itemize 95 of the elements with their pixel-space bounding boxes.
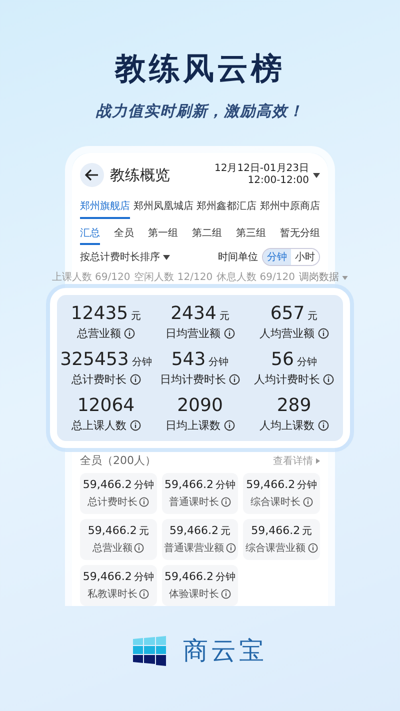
metric-value: 59,466.2 [82,478,132,491]
metric-label: 私教课时长 [87,588,138,601]
group-tab[interactable]: 第一组 [148,223,178,246]
store-tab[interactable]: 郑州旗舰店 [80,195,130,220]
metric-value: 59,466.2 [251,524,300,537]
back-button[interactable] [80,163,104,188]
stat-unit: 元 [308,310,318,324]
info-icon[interactable] [224,420,234,432]
info-icon[interactable] [139,589,150,599]
info-icon[interactable] [220,589,231,599]
metric-unit: 分钟 [134,478,154,492]
stat-value: 12064 [77,395,135,416]
brand-name: 商云宝 [183,635,267,667]
time-unit-option[interactable]: 分钟 [263,249,291,266]
metric-value: 59,466.2 [88,524,137,537]
section-title: 全员（200人） [80,453,156,468]
stat-label: 总上课人数 [72,418,126,434]
info-icon[interactable] [134,543,144,553]
info-icon[interactable] [308,543,318,553]
store-tab[interactable]: 郑州中原商店 [260,195,320,220]
metric-label: 总营业额 [92,542,132,555]
stat-value: 12435 [70,303,128,324]
metric-unit: 分钟 [215,570,236,584]
chevron-right-icon [316,458,320,464]
stat-label: 日均上课数 [166,418,220,434]
stat-unit: 元 [131,310,142,324]
info-icon[interactable] [229,374,240,386]
stat-label: 日均营业额 [166,326,220,342]
time-unit-label: 时间单位 [218,250,258,264]
metric-value: 59,466.2 [170,524,218,537]
store-tab[interactable]: 郑州凤凰城店 [133,195,194,220]
tagline: 战力值实时刷新，激励高效！ [96,102,304,121]
metric-unit: 分钟 [215,478,236,492]
stat-value: 543 [171,349,206,370]
headline: 教练风云榜 [115,50,285,89]
stat-unit: 分钟 [132,356,152,370]
stat-label: 总营业额 [77,326,121,342]
stat-value: 657 [270,303,305,324]
info-icon[interactable] [220,497,231,507]
info-icon[interactable] [302,497,313,507]
metric-label: 体验课时长 [168,588,219,601]
sort-dropdown[interactable]: 按总计费时长排序 [80,250,214,264]
caret-icon [163,255,170,260]
summary-text: 上课人数 69/120 [52,270,130,284]
logo-icon [133,636,167,666]
metric-unit: 分钟 [134,570,154,584]
info-icon[interactable] [318,420,328,432]
store-tab[interactable]: 郑州鑫都汇店 [196,195,257,220]
metric-label: 普通课营业额 [164,542,224,555]
metric-value: 59,466.2 [246,478,296,491]
info-icon[interactable] [130,374,140,386]
summary-text: 空闲人数 12/120 [134,270,213,284]
stat-value: 56 [271,349,294,370]
date-range-picker[interactable]: 12月12日-01月23日 12:00-12:00 [214,163,320,188]
group-tab[interactable]: 暂无分组 [280,223,320,246]
metric-unit: 元 [220,525,230,538]
metric-value: 59,466.2 [164,478,214,491]
metric-label: 综合课营业额 [246,542,306,555]
info-icon[interactable] [124,328,135,340]
metric-label: 总计费时长 [87,496,138,509]
info-icon[interactable] [318,328,328,340]
stat-value: 325453 [60,349,129,370]
info-icon[interactable] [323,374,334,386]
back-arrow-icon [85,169,99,182]
screen-title: 教练概览 [110,166,171,185]
stat-label: 人均上课数 [260,418,314,434]
stat-unit: 分钟 [296,356,317,370]
stat-value: 2434 [170,303,216,324]
group-tab[interactable]: 第二组 [192,223,222,246]
info-icon[interactable] [130,420,140,432]
info-icon[interactable] [226,543,236,553]
caret-icon [313,172,320,178]
metric-unit: 元 [302,525,312,538]
summary-text: 休息人数 69/120 [216,270,295,284]
metric-value: 59,466.2 [82,570,132,583]
stat-value: 289 [276,395,312,416]
summary-link[interactable]: 调岗数据 [298,270,348,284]
group-tab[interactable]: 汇总 [80,223,100,246]
stat-label: 人均计费时长 [254,372,320,388]
info-icon[interactable] [224,328,234,340]
metric-unit: 分钟 [297,478,318,492]
stat-unit: 元 [219,310,230,324]
metric-unit: 元 [138,525,149,538]
group-tab[interactable]: 全员 [114,223,134,246]
stat-value: 2090 [177,395,223,416]
stat-label: 人均营业额 [260,326,314,342]
group-tab[interactable]: 第三组 [236,223,266,246]
stat-unit: 分钟 [208,356,229,370]
metric-label: 普通课时长 [168,496,219,509]
metric-value: 59,466.2 [164,570,214,583]
stat-label: 日均计费时长 [160,372,226,388]
stat-label: 总计费时长 [72,372,126,388]
info-icon[interactable] [139,497,150,507]
caret-icon [342,276,348,280]
metric-label: 综合课时长 [250,496,301,509]
